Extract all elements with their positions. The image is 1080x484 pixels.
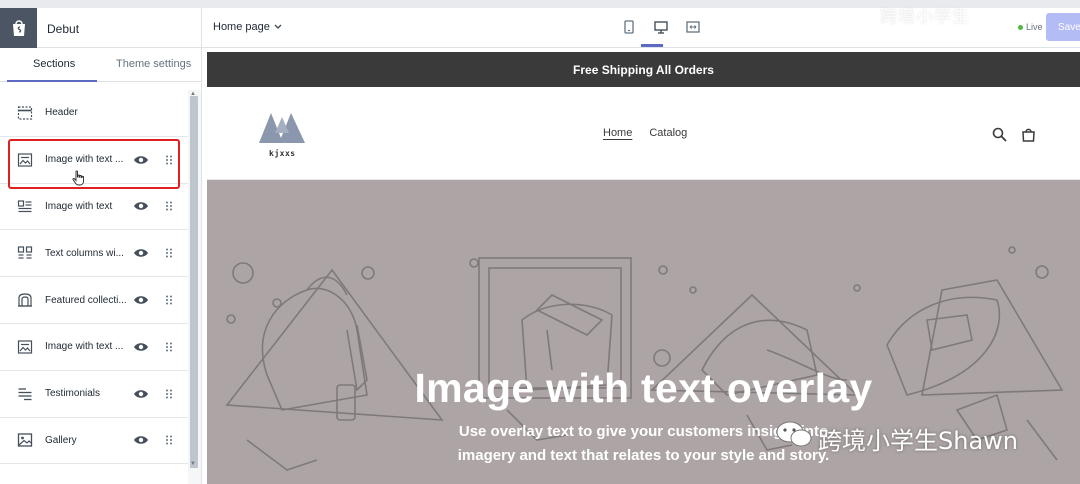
eye-icon[interactable] <box>133 294 149 306</box>
section-item-image-with-text-overlay[interactable]: Image with text ... <box>0 137 188 184</box>
section-label: Image with text <box>45 200 113 212</box>
section-item-featured-collection[interactable]: Featured collecti... <box>0 277 188 324</box>
search-icon[interactable] <box>992 127 1007 142</box>
section-label: Text columns wi... <box>45 247 124 259</box>
announcement-bar[interactable]: Free Shipping All Orders <box>207 52 1080 87</box>
scroll-down-arrow-icon[interactable]: ▼ <box>190 461 196 467</box>
scroll-up-arrow-icon[interactable]: ▲ <box>190 91 196 97</box>
desktop-icon <box>654 20 668 34</box>
tab-sections[interactable]: Sections <box>33 58 75 70</box>
testimonials-icon <box>18 388 32 400</box>
store-header: kjxxs Home Catalog <box>207 87 1080 180</box>
eye-icon[interactable] <box>133 154 149 166</box>
desktop-view-button[interactable] <box>650 16 672 38</box>
editor-topbar: Debut Home page 跨境小学生 Live Save <box>0 0 1080 48</box>
topbar-divider <box>201 8 202 48</box>
store-logo-icon[interactable] <box>259 111 305 143</box>
section-item-image-with-text-overlay-2[interactable]: Image with text ... <box>0 324 188 371</box>
eye-icon[interactable] <box>133 200 149 212</box>
section-item-text-columns[interactable]: Text columns wi... <box>0 230 188 278</box>
header-layout-icon <box>17 106 33 120</box>
tab-theme-settings[interactable]: Theme settings <box>116 58 191 70</box>
section-list: Header Image with text ... Image with te… <box>0 90 188 465</box>
eye-icon[interactable] <box>133 388 149 400</box>
section-item-gallery[interactable]: Gallery <box>0 418 188 465</box>
drag-handle-icon[interactable] <box>165 342 173 352</box>
watermark-text: 跨境小学生Shawn <box>818 427 1018 455</box>
nav-home[interactable]: Home <box>603 127 632 139</box>
drag-handle-icon[interactable] <box>165 295 173 305</box>
page-selector-label: Home page <box>213 21 270 33</box>
section-item-image-with-text[interactable]: Image with text <box>0 184 188 231</box>
shopify-bag-icon <box>12 20 25 36</box>
active-tab-underline <box>7 80 97 82</box>
live-status-label: Live <box>1026 22 1043 32</box>
fullwidth-icon <box>686 21 700 33</box>
live-status: Live <box>1018 22 1043 32</box>
shopify-logo[interactable] <box>0 8 37 48</box>
watermark-top: 跨境小学生 <box>880 7 970 27</box>
section-item-header[interactable]: Header <box>0 90 188 137</box>
store-logo-text: kjxxs <box>269 149 296 158</box>
device-switcher <box>618 16 704 38</box>
hero-title: Image with text overlay <box>414 365 873 411</box>
live-dot-icon <box>1018 24 1023 30</box>
drag-handle-icon[interactable] <box>165 389 173 399</box>
image-text-icon <box>17 200 32 213</box>
section-label: Gallery <box>45 434 77 446</box>
mobile-view-button[interactable] <box>618 16 640 38</box>
collection-icon <box>18 293 32 307</box>
sidebar-scrollbar-thumb[interactable] <box>190 96 198 468</box>
sidebar-tabs: Sections Theme settings <box>0 48 201 82</box>
eye-icon[interactable] <box>133 247 149 259</box>
store-nav: Home Catalog <box>603 127 687 139</box>
save-button[interactable]: Save <box>1046 13 1080 41</box>
section-label: Header <box>45 107 78 119</box>
drag-handle-icon[interactable] <box>165 248 173 258</box>
section-label: Image with text ... <box>45 154 124 166</box>
section-label: Image with text ... <box>45 341 124 353</box>
section-label: Featured collecti... <box>45 294 127 306</box>
cart-bag-icon[interactable] <box>1021 127 1036 142</box>
nav-catalog[interactable]: Catalog <box>649 127 687 139</box>
drag-handle-icon[interactable] <box>165 155 173 165</box>
image-text-icon <box>17 153 33 167</box>
section-label: Testimonials <box>45 388 101 400</box>
drag-handle-icon[interactable] <box>165 435 173 445</box>
storefront-preview: Free Shipping All Orders kjxxs Home Cata… <box>207 52 1080 484</box>
active-device-indicator <box>641 44 663 47</box>
drag-handle-icon[interactable] <box>165 201 173 211</box>
wechat-watermark-icon <box>776 421 812 447</box>
fullscreen-view-button[interactable] <box>682 16 704 38</box>
theme-name: Debut <box>47 22 80 36</box>
columns-icon <box>17 246 33 259</box>
image-text-icon <box>17 340 33 354</box>
section-item-testimonials[interactable]: Testimonials <box>0 371 188 418</box>
gallery-icon <box>17 433 33 448</box>
hand-cursor-icon <box>72 170 84 186</box>
page-selector[interactable]: Home page <box>213 21 282 33</box>
eye-icon[interactable] <box>133 434 149 446</box>
chevron-down-icon <box>274 24 282 29</box>
sections-sidebar: Sections Theme settings Header Image wit… <box>0 48 202 484</box>
eye-icon[interactable] <box>133 341 149 353</box>
mobile-icon <box>624 20 634 34</box>
